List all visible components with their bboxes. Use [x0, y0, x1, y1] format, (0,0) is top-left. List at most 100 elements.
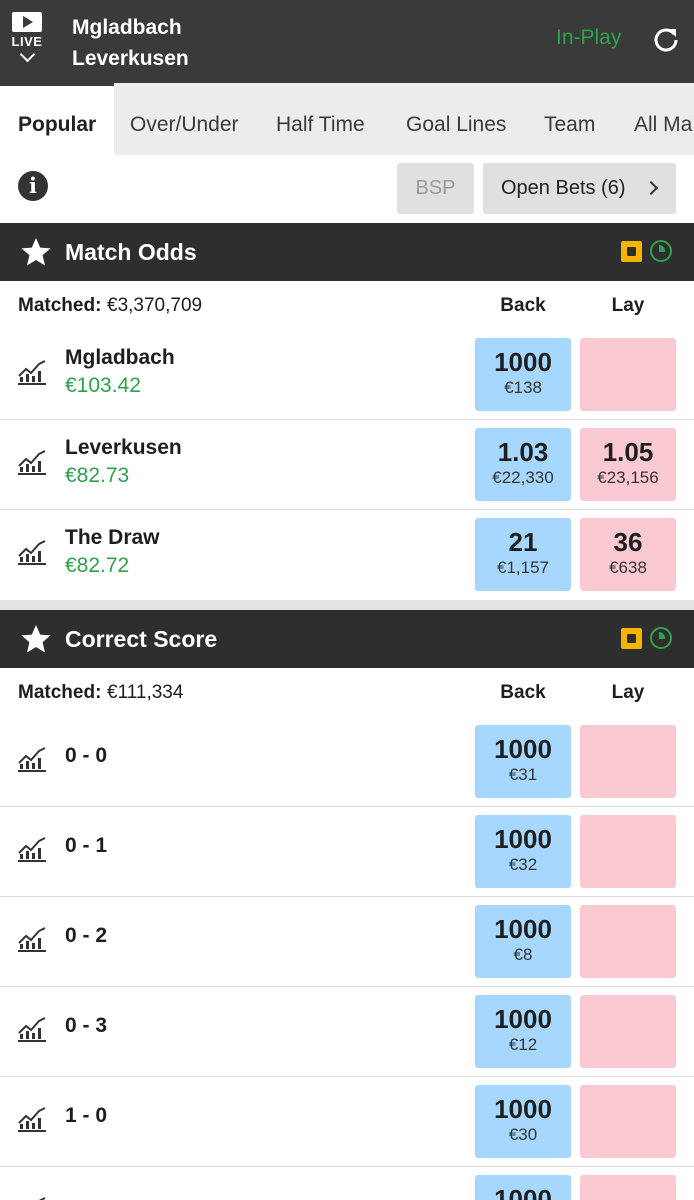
runner-row: 1 - 0 1000 €30: [0, 1077, 694, 1167]
back-header: Back: [500, 295, 546, 316]
team-home: Mgladbach: [72, 16, 182, 39]
back-size: €12: [508, 1035, 538, 1054]
matched-row: Matched: €111,334 Back Lay: [0, 668, 694, 718]
chart-icon[interactable]: [17, 358, 47, 386]
runner-name: 0 - 0: [65, 744, 108, 767]
bsp-button[interactable]: BSP: [397, 163, 474, 214]
market-tabs: Popular Over/Under Half Time Goal Lines …: [0, 83, 694, 155]
tab-team[interactable]: Team: [544, 83, 595, 155]
back-odds-button[interactable]: 1000 €32: [475, 815, 571, 888]
in-play-clock-icon: [650, 627, 672, 649]
runner-row: 0 - 1 1000 €32: [0, 807, 694, 897]
chart-icon[interactable]: [17, 538, 47, 566]
back-odds-button[interactable]: 1000 €8: [475, 905, 571, 978]
market-title: Match Odds: [65, 239, 197, 265]
matched-row: Matched: €3,370,709 Back Lay: [0, 281, 694, 331]
runner-row: 0 - 3 1000 €12: [0, 987, 694, 1077]
back-odds-button[interactable]: 1000 €138: [475, 338, 571, 411]
back-odds-button[interactable]: 21 €1,157: [475, 518, 571, 591]
chart-icon[interactable]: [17, 1015, 47, 1043]
refresh-icon[interactable]: [652, 26, 680, 54]
chart-icon[interactable]: [17, 1195, 47, 1200]
back-price: 1000: [494, 347, 552, 377]
lay-odds-button[interactable]: 36 €638: [580, 518, 676, 591]
runner-name: 0 - 3: [65, 1014, 108, 1037]
section-divider: [0, 600, 694, 610]
lay-odds-button[interactable]: [580, 1175, 676, 1200]
back-price: 1000: [494, 1004, 552, 1034]
live-toggle[interactable]: LIVE: [8, 12, 46, 74]
lay-odds-button[interactable]: [580, 995, 676, 1068]
back-price: 21: [508, 527, 538, 557]
market-title: Correct Score: [65, 626, 218, 652]
runner-name: 0 - 1: [65, 834, 108, 857]
lay-price: 36: [613, 527, 643, 557]
market-header-correct-score[interactable]: Correct Score: [0, 610, 694, 668]
open-bets-label: Open Bets (6): [501, 177, 626, 199]
in-play-clock-icon: [650, 240, 672, 262]
in-play-status: In-Play: [556, 26, 622, 49]
chart-icon[interactable]: [17, 1105, 47, 1133]
back-size: €138: [504, 378, 542, 397]
back-size: €32: [508, 855, 538, 874]
star-icon[interactable]: [20, 623, 52, 655]
runner-name: Mgladbach: [65, 346, 175, 369]
chart-icon[interactable]: [17, 745, 47, 773]
chevron-right-icon: [643, 180, 659, 196]
chart-icon[interactable]: [17, 835, 47, 863]
lay-price: 1.05: [602, 437, 654, 467]
controls-row: i BSP Open Bets (6): [0, 155, 694, 223]
matched-label: Matched:: [18, 682, 102, 703]
tab-all-markets[interactable]: All Ma: [634, 83, 692, 155]
live-video-icon: [621, 628, 642, 649]
event-header: LIVE Mgladbach Leverkusen In-Play: [0, 0, 694, 83]
chart-icon[interactable]: [17, 925, 47, 953]
tab-over-under[interactable]: Over/Under: [130, 83, 239, 155]
tab-goal-lines[interactable]: Goal Lines: [406, 83, 506, 155]
back-odds-button[interactable]: 1000 €30: [475, 1085, 571, 1158]
back-size: €30: [508, 1125, 538, 1144]
tab-popular[interactable]: Popular: [0, 83, 115, 155]
market-header-match-odds[interactable]: Match Odds: [0, 223, 694, 281]
matched-label: Matched:: [18, 295, 102, 316]
back-odds-button[interactable]: 1000: [475, 1175, 571, 1200]
lay-odds-button[interactable]: [580, 815, 676, 888]
lay-size: €23,156: [597, 468, 659, 487]
runner-row: 0 - 0 1000 €31: [0, 717, 694, 807]
lay-odds-button[interactable]: [580, 725, 676, 798]
lay-odds-button[interactable]: [580, 1085, 676, 1158]
back-size: €1,157: [497, 558, 549, 577]
runner-name: The Draw: [65, 526, 160, 549]
back-price: 1000: [494, 734, 552, 764]
runner-name: 0 - 2: [65, 924, 108, 947]
chevron-down-icon: [19, 46, 35, 63]
open-bets-button[interactable]: Open Bets (6): [483, 163, 676, 214]
back-price: 1000: [494, 914, 552, 944]
back-price: 1000: [494, 1094, 552, 1124]
event-title: Mgladbach Leverkusen: [72, 12, 189, 74]
info-icon[interactable]: i: [18, 171, 48, 201]
runner-row: Mgladbach €103.42 1000 €138: [0, 330, 694, 420]
lay-header: Lay: [611, 682, 645, 703]
lay-odds-button[interactable]: 1.05 €23,156: [580, 428, 676, 501]
star-icon[interactable]: [20, 236, 52, 268]
runner-profit-loss: €82.72: [65, 554, 130, 577]
back-size: €31: [508, 765, 538, 784]
back-price: 1000: [494, 1184, 552, 1200]
back-size: €8: [513, 945, 533, 964]
lay-header: Lay: [611, 295, 645, 316]
runner-row: 1000: [0, 1167, 694, 1200]
back-odds-button[interactable]: 1000 €12: [475, 995, 571, 1068]
back-odds-button[interactable]: 1000 €31: [475, 725, 571, 798]
lay-odds-button[interactable]: [580, 338, 676, 411]
runner-name: 1 - 0: [65, 1104, 108, 1127]
back-size: €22,330: [492, 468, 554, 487]
tab-half-time[interactable]: Half Time: [276, 83, 365, 155]
back-odds-button[interactable]: 1.03 €22,330: [475, 428, 571, 501]
lay-odds-button[interactable]: [580, 905, 676, 978]
matched-value: €3,370,709: [107, 295, 203, 316]
play-icon: [12, 12, 42, 32]
runner-row: The Draw €82.72 21 €1,157 36 €638: [0, 510, 694, 600]
back-header: Back: [500, 682, 546, 703]
chart-icon[interactable]: [17, 448, 47, 476]
